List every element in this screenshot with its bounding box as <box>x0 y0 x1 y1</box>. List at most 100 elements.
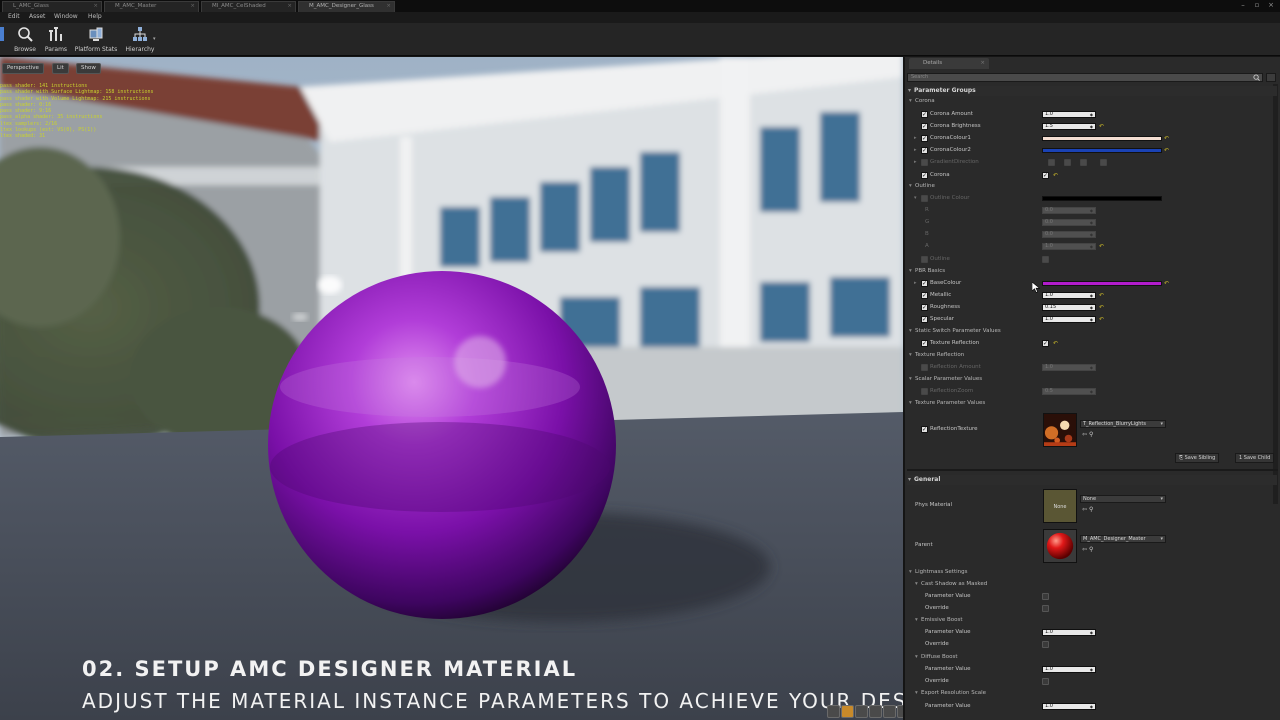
parameter-groups-header[interactable]: Parameter Groups <box>907 86 1277 96</box>
corona-brightness-input[interactable]: 1.5 <box>1042 123 1096 130</box>
emissive-boost-input[interactable]: 1.0 <box>1042 629 1096 636</box>
close-icon[interactable]: × <box>386 2 391 11</box>
use-selected-icon[interactable]: ⇦ <box>1082 506 1087 513</box>
corona-colour1-checkbox[interactable]: ✓ <box>921 135 928 142</box>
reflection-zoom-input[interactable]: 0.5 <box>1042 388 1096 395</box>
outline-a-input[interactable]: 1.0 <box>1042 243 1096 250</box>
cast-shadow-group[interactable]: Cast Shadow as Masked <box>915 580 987 589</box>
reset-to-default-icon[interactable]: ↶ <box>1099 316 1104 323</box>
reflection-zoom-checkbox[interactable] <box>921 388 928 395</box>
gradient-direction-components[interactable] <box>1042 159 1122 166</box>
outline-r-input[interactable]: 0.0 <box>1042 207 1096 214</box>
tab-celshaded[interactable]: MI_AMC_CelShaded × <box>201 1 296 12</box>
material-preview-viewport[interactable]: Perspective Lit Show pass shader: 141 in… <box>0 57 903 720</box>
menu-asset[interactable]: Asset <box>29 13 45 20</box>
reset-to-default-icon[interactable]: ↶ <box>1099 292 1104 299</box>
scalar-parameter-group[interactable]: Scalar Parameter Values <box>909 375 982 384</box>
reflection-amount-input[interactable]: 1.0 <box>1042 364 1096 371</box>
save-sibling-button[interactable]: ⎘ Save Sibling <box>1175 453 1220 463</box>
tab-designer-glass[interactable]: M_AMC_Designer_Glass × <box>298 1 395 12</box>
cube-icon[interactable] <box>869 705 882 718</box>
base-colour-swatch[interactable] <box>1042 281 1162 286</box>
component-checkbox[interactable] <box>1064 159 1071 166</box>
pbr-basics-group[interactable]: PBR Basics <box>909 267 945 276</box>
expand-arrow-icon[interactable]: ▸ <box>914 279 917 288</box>
outline-value-checkbox[interactable] <box>1042 256 1049 263</box>
panel-splitter[interactable] <box>907 469 1278 471</box>
emissive-boost-group[interactable]: Emissive Boost <box>915 616 963 625</box>
params-button[interactable]: Params <box>42 25 70 55</box>
specular-checkbox[interactable]: ✓ <box>921 316 928 323</box>
expand-arrow-icon[interactable]: ▸ <box>914 134 917 143</box>
static-switch-group[interactable]: Static Switch Parameter Values <box>909 327 1001 336</box>
browse-button[interactable]: Browse <box>10 25 40 55</box>
parent-material-thumbnail[interactable] <box>1043 529 1077 563</box>
browse-asset-icon[interactable]: ⚲ <box>1089 431 1093 438</box>
outline-b-input[interactable]: 0.0 <box>1042 231 1096 238</box>
component-checkbox[interactable] <box>1048 159 1055 166</box>
hierarchy-button[interactable]: Hierarchy <box>123 25 157 55</box>
lightmass-settings-group[interactable]: Lightmass Settings <box>909 568 968 577</box>
reset-to-default-icon[interactable]: ↶ <box>1164 147 1169 154</box>
cylinder-icon[interactable] <box>827 705 840 718</box>
expand-arrow-icon[interactable]: ▸ <box>914 146 917 155</box>
close-icon[interactable]: × <box>287 2 292 11</box>
reset-to-default-icon[interactable]: ↶ <box>1053 340 1058 347</box>
reflection-amount-checkbox[interactable] <box>921 364 928 371</box>
phys-material-thumbnail[interactable]: None <box>1043 489 1077 523</box>
reset-to-default-icon[interactable]: ↶ <box>1053 172 1058 179</box>
corona-checkbox[interactable]: ✓ <box>921 172 928 179</box>
emissive-override-checkbox[interactable] <box>1042 641 1049 648</box>
roughness-input[interactable]: 0.15 <box>1042 304 1096 311</box>
gradient-direction-checkbox[interactable] <box>921 159 928 166</box>
save-icon[interactable] <box>0 27 4 41</box>
metallic-input[interactable]: 1.0 <box>1042 292 1096 299</box>
perspective-button[interactable]: Perspective <box>2 63 44 74</box>
maximize-icon[interactable]: ▫ <box>1252 1 1262 10</box>
component-checkbox[interactable] <box>1080 159 1087 166</box>
save-child-button[interactable]: 1 Save Child <box>1235 453 1275 463</box>
corona-group[interactable]: Corona <box>909 97 935 106</box>
specular-input[interactable]: 1.0 <box>1042 316 1096 323</box>
corona-brightness-checkbox[interactable]: ✓ <box>921 123 928 130</box>
base-colour-checkbox[interactable]: ✓ <box>921 280 928 287</box>
show-button[interactable]: Show <box>76 63 101 74</box>
tab-level[interactable]: L_AMC_Glass × <box>2 1 102 12</box>
cast-shadow-override-checkbox[interactable] <box>1042 605 1049 612</box>
phys-material-combo[interactable]: None <box>1080 495 1166 503</box>
view-options-icon[interactable] <box>1266 73 1276 82</box>
use-selected-icon[interactable]: ⇦ <box>1082 546 1087 553</box>
platform-stats-button[interactable]: Platform Stats <box>73 25 119 55</box>
reset-to-default-icon[interactable]: ↶ <box>1164 135 1169 142</box>
cast-shadow-value-checkbox[interactable] <box>1042 593 1049 600</box>
sphere-icon[interactable] <box>841 705 854 718</box>
corona-amount-checkbox[interactable]: ✓ <box>921 111 928 118</box>
reset-to-default-icon[interactable]: ↶ <box>1099 243 1104 250</box>
menu-help[interactable]: Help <box>88 13 102 20</box>
diffuse-override-checkbox[interactable] <box>1042 678 1049 685</box>
general-header[interactable]: General <box>907 475 1277 485</box>
reset-to-default-icon[interactable]: ↶ <box>1164 280 1169 287</box>
grid-toggle-icon[interactable] <box>897 705 903 718</box>
texture-reflection-value-checkbox[interactable]: ✓ <box>1042 340 1049 347</box>
close-icon[interactable]: × <box>980 58 985 69</box>
hierarchy-dropdown-icon[interactable]: ▾ <box>153 36 156 42</box>
use-selected-icon[interactable]: ⇦ <box>1082 431 1087 438</box>
corona-value-checkbox[interactable]: ✓ <box>1042 172 1049 179</box>
texture-reflection-group[interactable]: Texture Reflection <box>909 351 964 360</box>
details-scrollbar[interactable] <box>1273 84 1278 504</box>
reflection-texture-checkbox[interactable]: ✓ <box>921 426 928 433</box>
diffuse-boost-input[interactable]: 1.0 <box>1042 666 1096 673</box>
texture-parameter-group[interactable]: Texture Parameter Values <box>909 399 985 408</box>
outline-colour-checkbox[interactable] <box>921 195 928 202</box>
reflection-texture-thumbnail[interactable] <box>1043 413 1077 447</box>
outline-g-input[interactable]: 0.0 <box>1042 219 1096 226</box>
outline-checkbox[interactable] <box>921 256 928 263</box>
component-checkbox[interactable] <box>1100 159 1107 166</box>
tab-material-master[interactable]: M_AMC_Master × <box>104 1 199 12</box>
outline-group[interactable]: Outline <box>909 182 935 191</box>
diffuse-boost-group[interactable]: Diffuse Boost <box>915 653 958 662</box>
corona-colour2-checkbox[interactable]: ✓ <box>921 147 928 154</box>
menu-window[interactable]: Window <box>54 13 78 20</box>
corona-colour2-swatch[interactable] <box>1042 148 1162 153</box>
